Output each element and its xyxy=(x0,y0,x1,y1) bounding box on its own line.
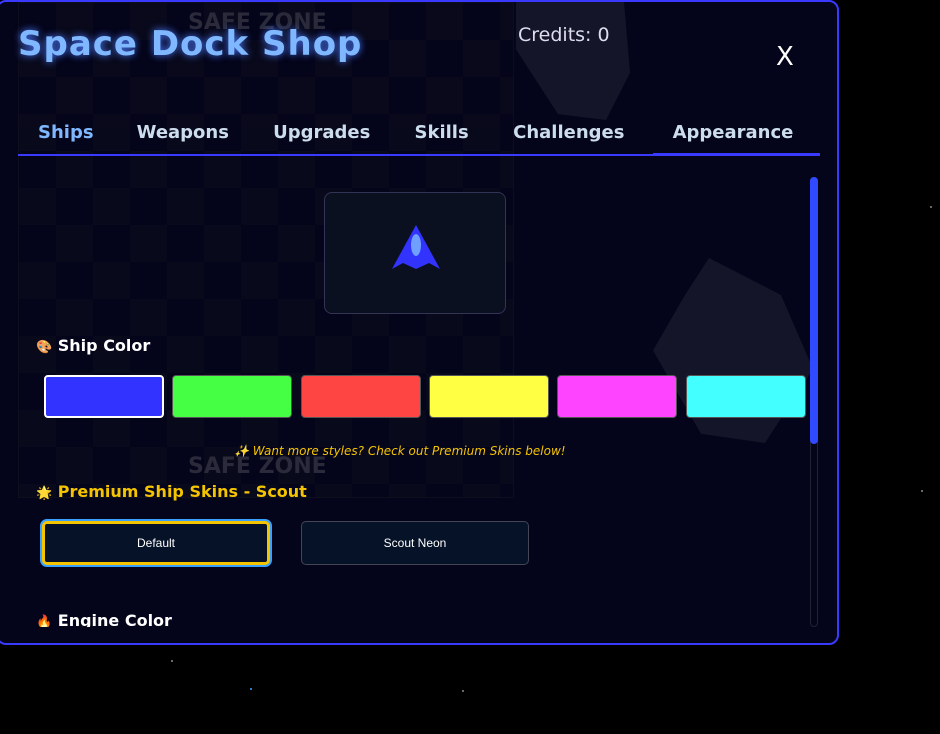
color-swatch-green[interactable] xyxy=(172,375,292,418)
tab-upgrades[interactable]: Upgrades xyxy=(273,118,414,156)
color-swatch-blue[interactable] xyxy=(44,375,164,418)
tab-skills[interactable]: Skills xyxy=(415,118,514,156)
asteroid xyxy=(516,2,630,120)
engine-color-heading: 🔥 Engine Color xyxy=(36,611,172,627)
color-swatch-cyan[interactable] xyxy=(686,375,806,418)
skin-scout-neon-button[interactable]: Scout Neon xyxy=(301,521,529,565)
close-button[interactable]: X xyxy=(776,42,794,72)
shop-tabs: Ships Weapons Upgrades Skills Challenges… xyxy=(18,118,820,156)
fire-icon: 🔥 xyxy=(36,615,53,627)
shop-modal: SAFE ZONE SAFE ZONE Space Dock Shop Cred… xyxy=(0,0,839,645)
ship-color-heading: 🎨 Ship Color xyxy=(36,336,151,355)
ship-preview xyxy=(324,192,506,314)
color-swatch-magenta[interactable] xyxy=(557,375,677,418)
skin-default-button[interactable]: Default xyxy=(42,521,270,565)
scrollbar-thumb[interactable] xyxy=(810,177,818,444)
shop-title: Space Dock Shop xyxy=(18,24,363,64)
tab-challenges[interactable]: Challenges xyxy=(513,118,652,156)
tab-weapons[interactable]: Weapons xyxy=(137,118,273,156)
tab-appearance[interactable]: Appearance xyxy=(652,118,820,156)
color-swatch-yellow[interactable] xyxy=(429,375,549,418)
star-icon: 🌟 xyxy=(36,486,53,501)
premium-hint: ✨ Want more styles? Check out Premium Sk… xyxy=(234,444,566,458)
credits-display: Credits: 0 xyxy=(518,24,610,46)
tab-ships[interactable]: Ships xyxy=(38,118,137,156)
color-swatch-red[interactable] xyxy=(301,375,421,418)
palette-icon: 🎨 xyxy=(36,340,53,355)
ship-icon xyxy=(392,225,440,269)
premium-skins-heading: 🌟 Premium Ship Skins - Scout xyxy=(36,482,307,501)
